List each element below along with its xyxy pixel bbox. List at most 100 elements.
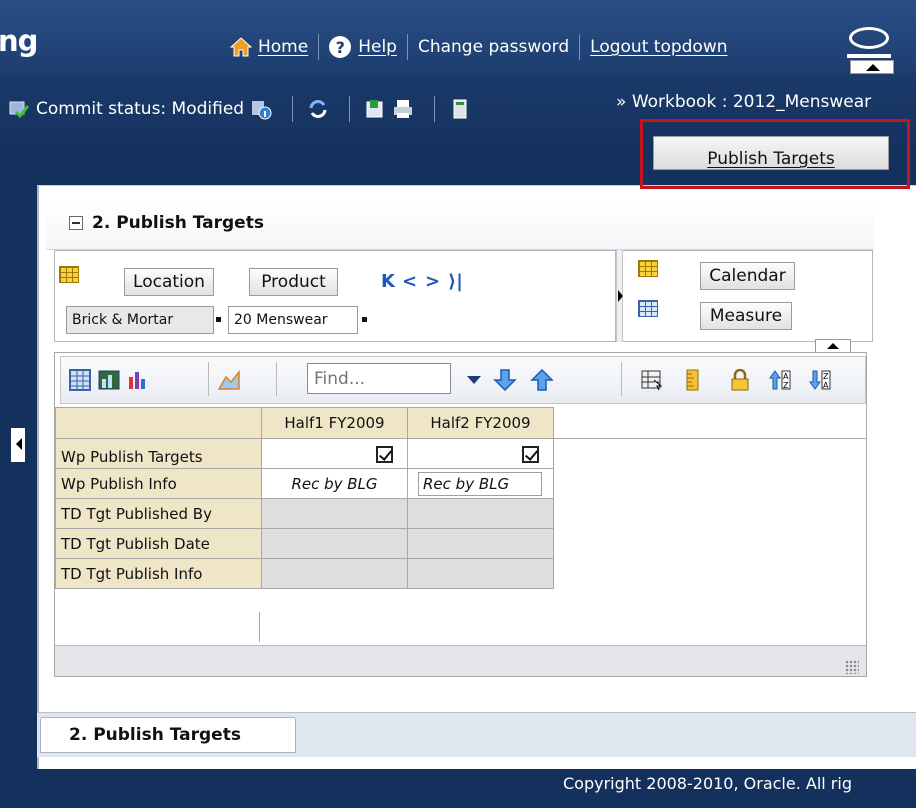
- commit-info-icon[interactable]: [250, 98, 272, 120]
- section-title: 2. Publish Targets: [92, 213, 264, 233]
- toolbar-actions: Commit status: Modified: [8, 96, 477, 122]
- commit-icon[interactable]: [8, 98, 30, 120]
- toolbar-divider: [292, 96, 294, 122]
- last-page-icon[interactable]: ⟩|: [448, 271, 463, 292]
- select-cells-icon[interactable]: [641, 369, 663, 391]
- global-header: ng Home ? Help Change password Logout to…: [0, 0, 916, 74]
- print-icon[interactable]: [392, 98, 414, 120]
- table-row: TD Tgt Publish Date: [55, 528, 866, 559]
- chart-view-icon[interactable]: [127, 369, 149, 391]
- grid-cell-readonly: [407, 498, 554, 529]
- grid-cell-readonly: [407, 558, 554, 589]
- measure-dimension-button[interactable]: Measure: [700, 302, 792, 330]
- location-member-select[interactable]: Brick & Mortar: [66, 306, 214, 334]
- grid-cell-editor[interactable]: Rec by BLG: [418, 471, 542, 496]
- grid-cell-readonly: [261, 558, 408, 589]
- lock-icon[interactable]: [729, 369, 751, 391]
- oracle-logo-icon: [849, 27, 889, 49]
- grid-empty-area: [553, 407, 866, 439]
- section-header: 2. Publish Targets: [46, 200, 874, 250]
- table-row: Wp Publish Targets: [55, 438, 866, 469]
- find-dropdown-icon[interactable]: [467, 376, 481, 384]
- dimension-splitter[interactable]: [616, 250, 623, 342]
- oracle-logo-underline: [847, 54, 891, 58]
- collapse-icon[interactable]: [69, 216, 83, 230]
- find-input[interactable]: [307, 363, 451, 394]
- product-member-select[interactable]: 20 Menswear: [228, 306, 358, 334]
- change-password-link[interactable]: Change password: [418, 37, 569, 57]
- help-link[interactable]: Help: [358, 37, 397, 57]
- prev-page-icon[interactable]: <: [402, 271, 417, 292]
- sort-ascending-icon[interactable]: A Z: [769, 369, 791, 391]
- member-separator: [216, 317, 221, 322]
- member-separator: [362, 317, 367, 322]
- row-header[interactable]: Wp Publish Info: [55, 468, 262, 499]
- next-page-icon[interactable]: >: [425, 271, 440, 292]
- svg-text:A: A: [823, 381, 829, 390]
- export-excel-icon[interactable]: [364, 98, 386, 120]
- row-header[interactable]: TD Tgt Publish Info: [55, 558, 262, 589]
- publish-checkbox[interactable]: [522, 445, 539, 463]
- product-dimension-button[interactable]: Product: [249, 268, 338, 296]
- grid-divider: [259, 612, 260, 642]
- nav-divider: [318, 34, 320, 60]
- calendar-dimension-button[interactable]: Calendar: [700, 262, 795, 290]
- logout-link[interactable]: Logout topdown: [590, 37, 727, 57]
- row-header[interactable]: TD Tgt Published By: [55, 498, 262, 529]
- svg-text:Z: Z: [783, 381, 789, 390]
- grid-cell[interactable]: [261, 438, 408, 469]
- grid-footer-bar: [55, 645, 866, 676]
- row-header[interactable]: Wp Publish Targets: [55, 438, 262, 469]
- ruler-icon[interactable]: [682, 369, 704, 391]
- column-header[interactable]: Half2 FY2009: [407, 407, 554, 439]
- home-icon[interactable]: [230, 37, 252, 57]
- workbook-label: » Workbook : 2012_Menswear: [616, 92, 871, 112]
- refresh-icon[interactable]: [307, 98, 329, 120]
- grid-collapse-button[interactable]: [815, 339, 851, 353]
- grid-toolbar-divider: [621, 362, 622, 396]
- workbook-chevron[interactable]: »: [616, 92, 626, 112]
- nav-divider: [406, 34, 408, 60]
- app-title: ng: [0, 24, 38, 58]
- tab-publish-targets[interactable]: 2. Publish Targets: [40, 717, 296, 753]
- toolbar-divider: [434, 96, 436, 122]
- grid-cell-readonly: [261, 498, 408, 529]
- global-nav: Home ? Help Change password Logout topdo…: [230, 34, 728, 60]
- svg-text:Z: Z: [823, 372, 829, 381]
- grid-header-row: Half1 FY2009 Half2 FY2009: [55, 407, 866, 439]
- find-next-arrow-icon[interactable]: [492, 369, 518, 391]
- find-previous-arrow-icon[interactable]: [529, 369, 555, 391]
- publish-checkbox[interactable]: [376, 445, 393, 463]
- grid-toolbar-divider: [208, 362, 209, 396]
- grid-cell[interactable]: [407, 438, 554, 469]
- column-header[interactable]: Half1 FY2009: [261, 407, 408, 439]
- measure-grid-icon: [638, 300, 658, 317]
- page-grid-icon: [59, 266, 79, 283]
- table-row: Wp Publish Info Rec by BLG Rec by BLG: [55, 468, 866, 499]
- commit-status-text: Commit status: Modified: [36, 99, 245, 119]
- grid-cell-readonly: [407, 528, 554, 559]
- trend-chart-icon[interactable]: [218, 369, 240, 391]
- grid-cell[interactable]: Rec by BLG: [407, 468, 554, 499]
- copyright-text: Copyright 2008-2010, Oracle. All rig: [563, 774, 852, 793]
- publish-targets-button[interactable]: Publish Targets: [653, 136, 889, 170]
- grid-chart-view-icon[interactable]: [98, 369, 120, 391]
- table-row: TD Tgt Published By: [55, 498, 866, 529]
- grid-toolbar-divider: [276, 362, 277, 396]
- help-icon[interactable]: ?: [329, 36, 352, 58]
- data-grid: Half1 FY2009 Half2 FY2009 Wp Publish Tar…: [55, 407, 866, 589]
- home-link[interactable]: Home: [258, 37, 308, 57]
- resize-grip-icon[interactable]: [845, 660, 859, 674]
- toolbar-divider: [349, 96, 351, 122]
- grid-corner: [55, 407, 262, 439]
- first-page-icon[interactable]: K: [381, 271, 395, 292]
- calculator-icon[interactable]: [449, 98, 471, 120]
- sort-descending-icon[interactable]: Z A: [809, 369, 831, 391]
- location-dimension-button[interactable]: Location: [124, 268, 214, 296]
- left-panel-expand-button[interactable]: [11, 428, 25, 462]
- header-collapse-button[interactable]: [850, 60, 894, 74]
- row-header[interactable]: TD Tgt Publish Date: [55, 528, 262, 559]
- grid-view-icon[interactable]: [69, 369, 91, 391]
- grid-cell-readonly: [261, 528, 408, 559]
- grid-cell[interactable]: Rec by BLG: [261, 468, 408, 499]
